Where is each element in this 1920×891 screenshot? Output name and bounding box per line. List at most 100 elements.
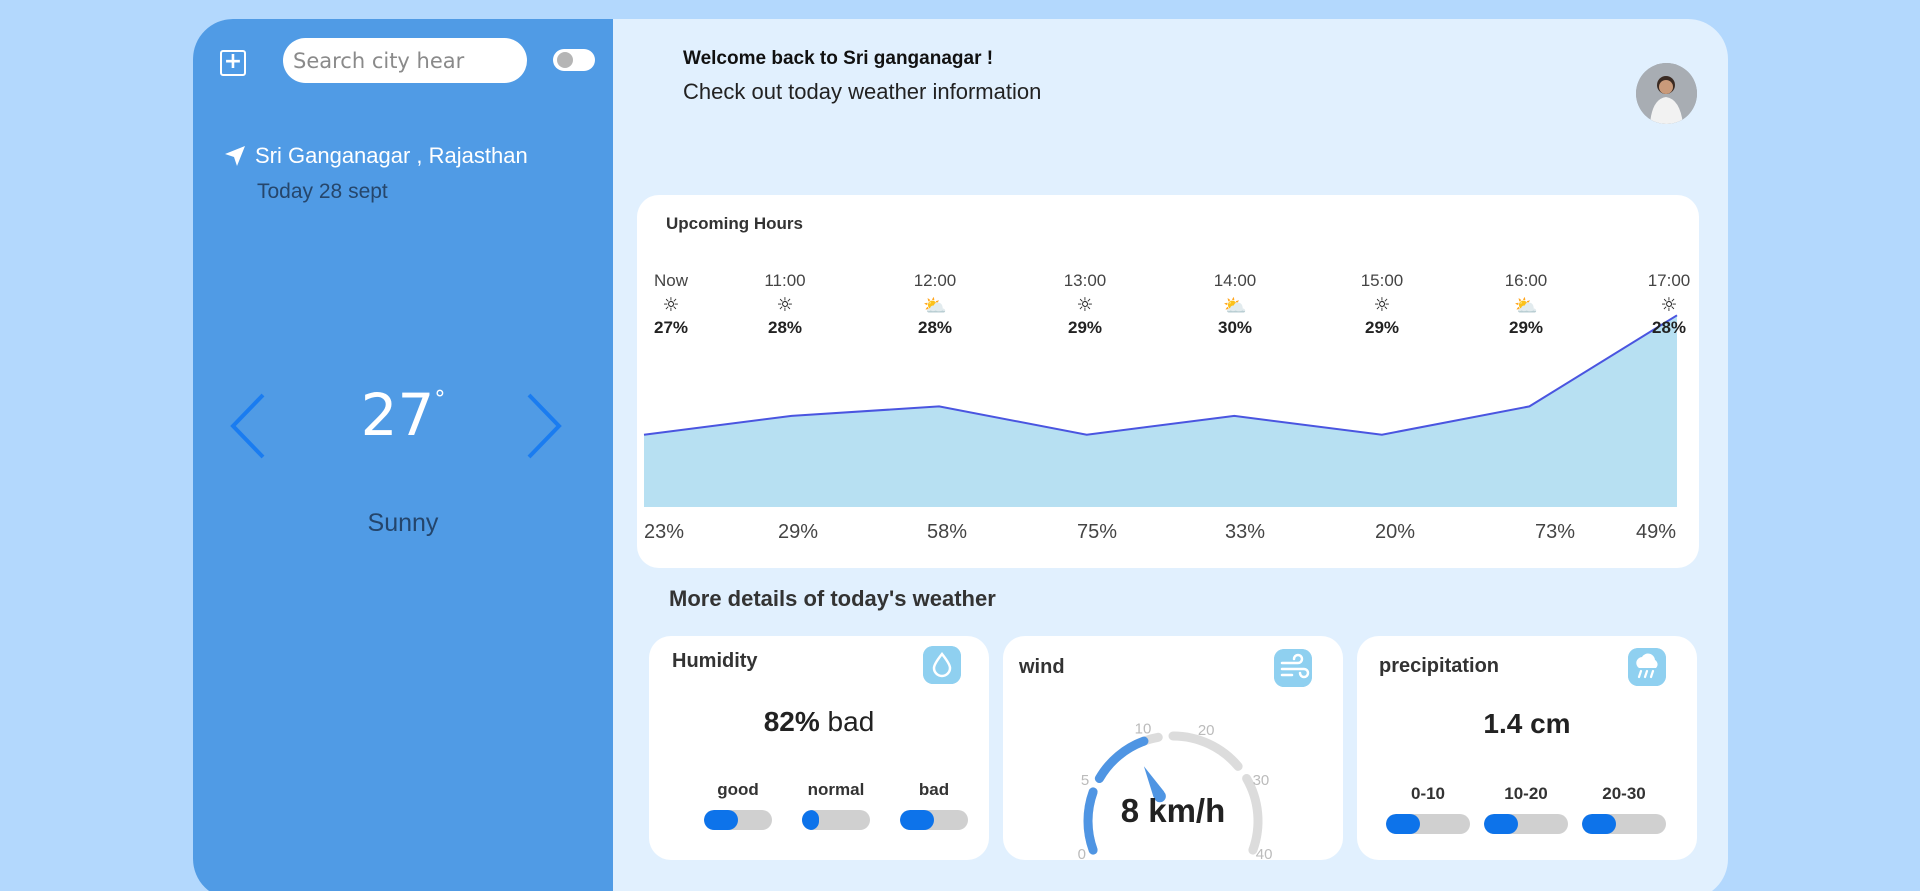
precipitation-value: 1.4 cm: [1483, 708, 1571, 739]
level-bar-fill: [1582, 814, 1616, 834]
hour-percent: 29%: [1067, 318, 1103, 337]
gauge-tick-label: 10: [1135, 721, 1152, 738]
hour-column: 12:00 ⛅ 28%: [895, 271, 975, 338]
humidity-title: Humidity: [672, 650, 758, 672]
more-details-title: More details of today's weather: [669, 586, 996, 611]
sun-icon: ☼: [1660, 294, 1678, 316]
level-label: 0-10: [1410, 784, 1446, 803]
level-bar: [704, 810, 772, 830]
level-label: normal: [807, 780, 865, 799]
level-bar: [1582, 814, 1666, 834]
level-bar-fill: [704, 810, 738, 830]
level-bar: [900, 810, 968, 830]
hour-percent: 28%: [917, 318, 953, 337]
location-arrow-icon: [225, 146, 245, 166]
hour-time: 15:00: [1360, 271, 1404, 290]
hour-percent: 28%: [1651, 318, 1687, 337]
hour-percent: 29%: [1364, 318, 1400, 337]
hour-time: 12:00: [913, 271, 957, 290]
level-label: 20-30: [1602, 784, 1646, 803]
temperature-unit: °: [434, 387, 446, 412]
level-bar-fill: [1386, 814, 1420, 834]
gauge-tick-label: 0: [1078, 846, 1086, 860]
hour-time: 14:00: [1213, 271, 1257, 290]
chart-area: [644, 315, 1677, 507]
level-label: 10-20: [1504, 784, 1548, 803]
partly-cloudy-icon: ⛅: [1514, 295, 1538, 317]
gauge-track: [1168, 731, 1243, 771]
gauge-active: [1094, 736, 1149, 783]
hour-time: 17:00: [1647, 271, 1691, 290]
hour-column: 17:00 ☼ 28%: [1629, 271, 1709, 338]
hour-time: Now: [653, 271, 688, 290]
level-bar: [1386, 814, 1470, 834]
toggle-knob: [557, 52, 573, 68]
level-bar-fill: [900, 810, 934, 830]
current-date: Today 28 sept: [257, 180, 388, 203]
level-indicator: normal: [801, 780, 871, 830]
user-avatar-icon: [1636, 63, 1697, 124]
location-name: Sri Ganganagar , Rajasthan: [255, 143, 528, 168]
wind-icon: [1274, 649, 1312, 687]
avatar[interactable]: [1636, 63, 1697, 124]
partly-cloudy-icon: ⛅: [923, 295, 947, 317]
chart-bottom-label: 75%: [1077, 521, 1118, 543]
humidity-value: 82% bad: [649, 706, 989, 738]
sun-icon: ☼: [1373, 294, 1391, 316]
hour-percent: 30%: [1217, 318, 1253, 337]
chart-bottom-label: 73%: [1535, 521, 1576, 543]
gauge-tick-label: 20: [1198, 722, 1215, 739]
hour-time: 11:00: [764, 271, 806, 290]
hour-time: 13:00: [1063, 271, 1107, 290]
next-arrow-icon[interactable]: [523, 391, 563, 461]
rain-cloud-icon: [1628, 648, 1666, 686]
humidity-card: Humidity 82% bad good normal bad: [649, 636, 989, 860]
hour-column: Now ☼ 27%: [631, 271, 711, 338]
chart-bottom-label: 49%: [1636, 521, 1677, 543]
level-label: bad: [918, 780, 950, 799]
hour-percent: 27%: [653, 318, 689, 337]
hour-column: 15:00 ☼ 29%: [1342, 271, 1422, 338]
sun-icon: ☼: [776, 294, 794, 316]
humidity-rating: bad: [827, 706, 875, 737]
hour-column: 14:00 ⛅ 30%: [1195, 271, 1275, 338]
hour-percent: 28%: [767, 318, 803, 337]
gauge-tick-label: 40: [1256, 846, 1273, 860]
sun-icon: ☼: [1076, 294, 1094, 316]
theme-toggle[interactable]: [553, 49, 595, 71]
wind-gauge: 0 5 10 20 30 40: [1078, 721, 1273, 860]
level-bar: [802, 810, 870, 830]
level-indicator: bad: [899, 780, 969, 830]
wind-card: wind 0 5 10 20 30 40 8 km/h: [1003, 636, 1343, 860]
wind-title: wind: [1019, 656, 1065, 678]
precipitation-card: precipitation 1.4 cm 0-10 10-20 20-30: [1357, 636, 1697, 860]
humidity-percent: 82%: [763, 706, 820, 737]
chart-bottom-label: 29%: [778, 521, 819, 543]
hour-column: 11:00 ☼ 28%: [745, 271, 825, 338]
level-bar-fill: [802, 810, 819, 830]
water-drop-icon: [923, 646, 961, 684]
wind-speed-value: 8 km/h: [1120, 792, 1226, 829]
level-indicator: 0-10: [1386, 784, 1470, 834]
chart-bottom-label: 58%: [927, 521, 968, 543]
sidebar: + Sri Ganganagar , Rajasthan Today 28 se…: [193, 19, 613, 891]
level-bar-fill: [1484, 814, 1518, 834]
precipitation-title: precipitation: [1379, 655, 1500, 677]
chart-bottom-label: 20%: [1375, 521, 1416, 543]
level-bar: [1484, 814, 1568, 834]
weather-condition: Sunny: [367, 509, 439, 537]
welcome-message: Welcome back to Sri ganganagar !: [683, 48, 994, 69]
level-indicator: good: [703, 780, 773, 830]
gauge-tick-label: 30: [1253, 772, 1270, 789]
hour-time: 16:00: [1504, 271, 1548, 290]
chart-bottom-label: 33%: [1225, 521, 1266, 543]
gauge-tick-label: 5: [1081, 772, 1089, 789]
add-city-button[interactable]: +: [220, 50, 246, 76]
upcoming-hours-card: Upcoming Hours Now ☼ 27% 11:00 ☼ 28% 12:00 ⛅ 28%…: [637, 195, 1699, 568]
welcome-subtitle: Check out today weather information: [683, 79, 1042, 104]
level-label: good: [717, 780, 759, 799]
chart-bottom-label: 23%: [644, 521, 685, 543]
hour-column: 16:00 ⛅ 29%: [1486, 271, 1566, 338]
search-input[interactable]: [283, 38, 527, 83]
hour-percent: 29%: [1508, 318, 1544, 337]
